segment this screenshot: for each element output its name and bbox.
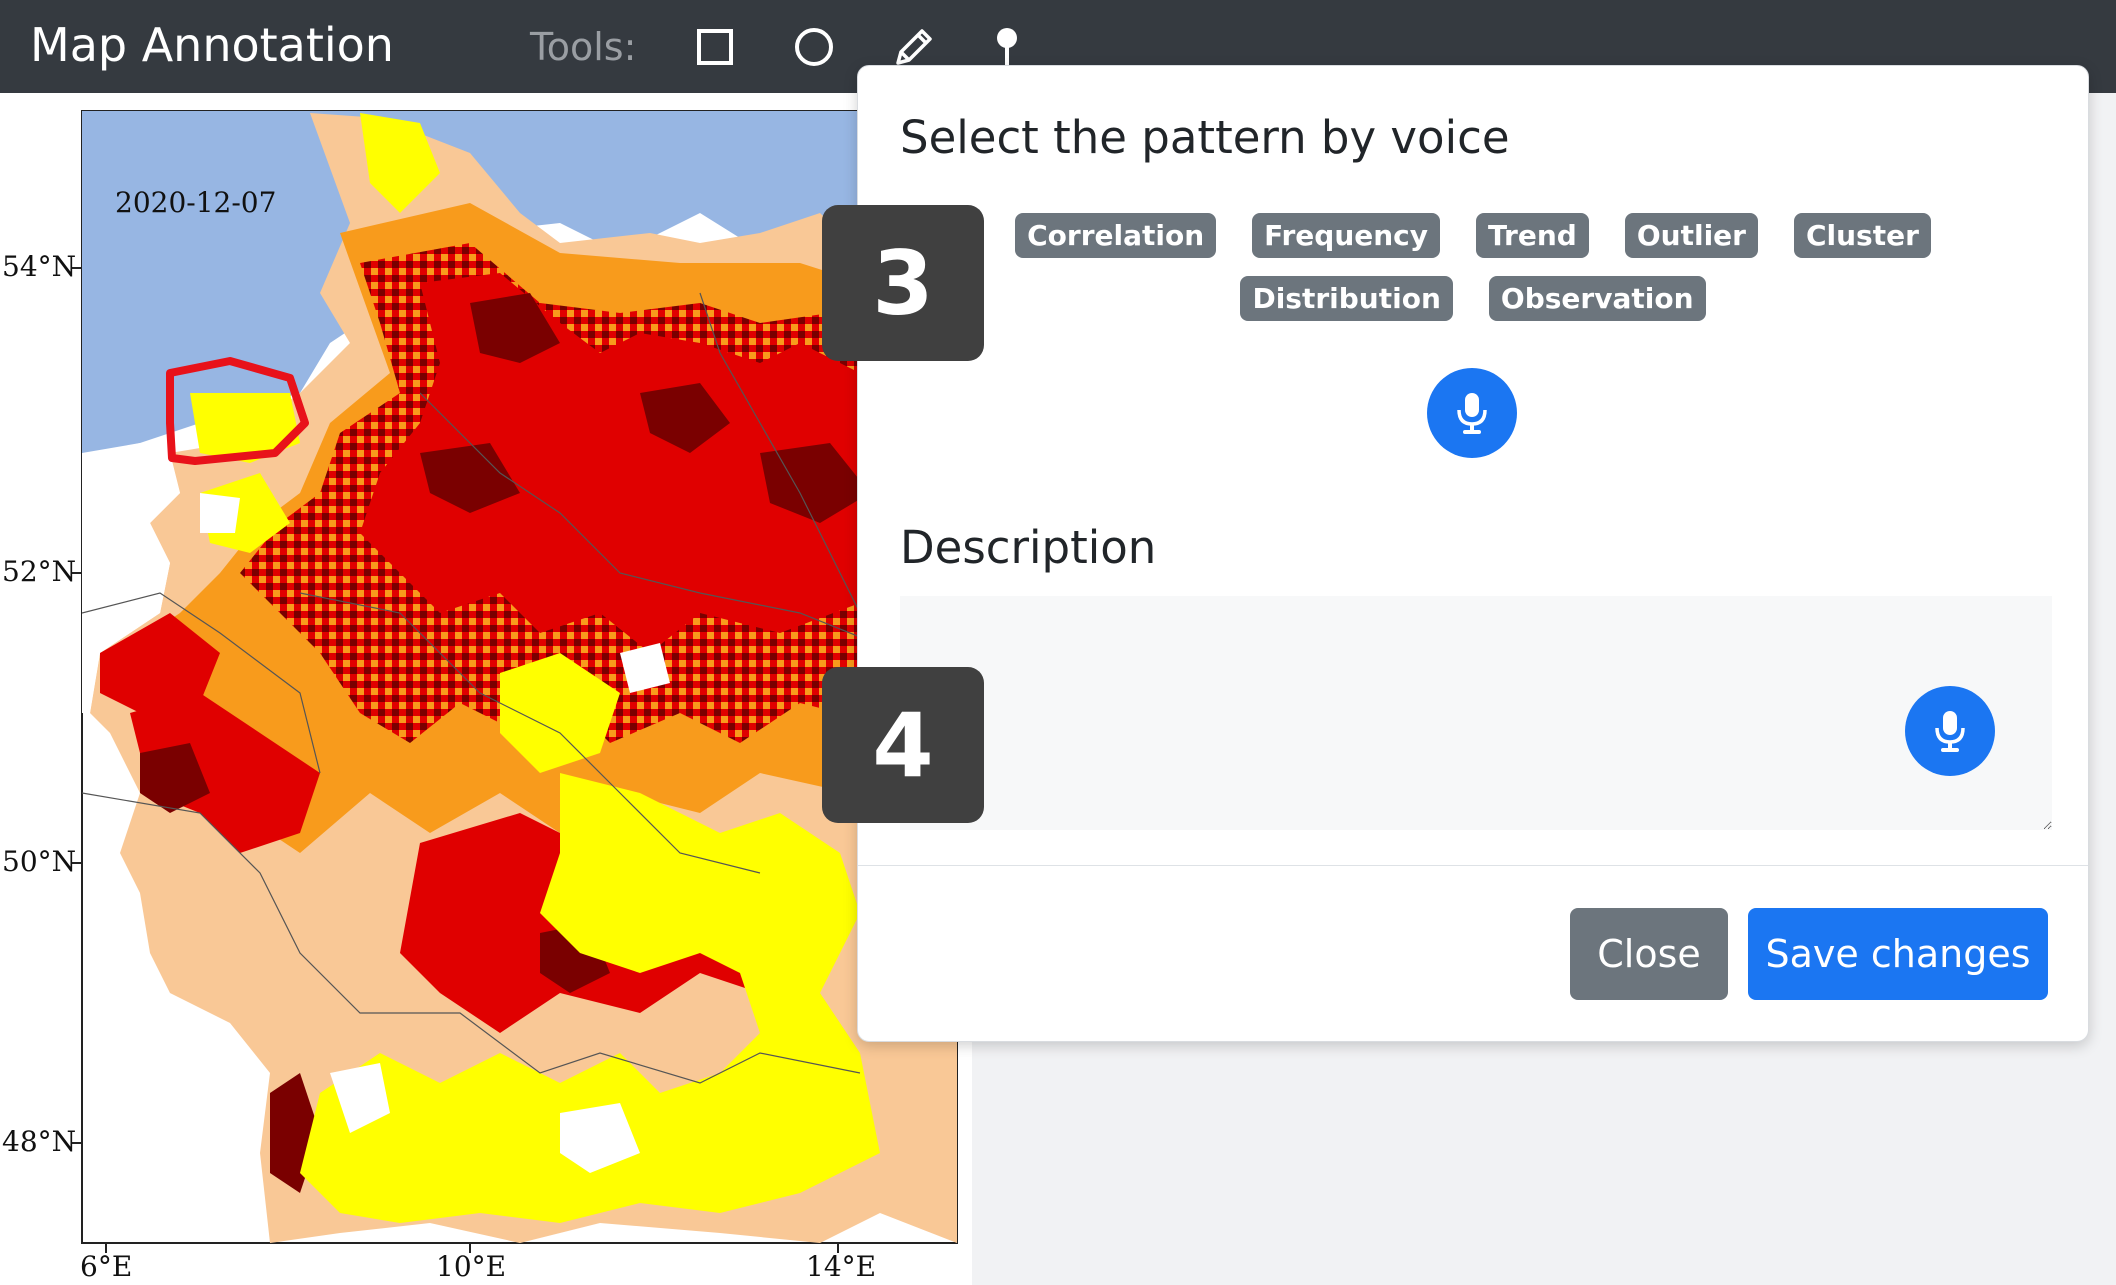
annotation-modal: Select the pattern by voice Correlation F… (857, 65, 2089, 1042)
lon-label: 6°E (80, 1250, 133, 1283)
lat-label: 48°N (2, 1125, 77, 1158)
map-date-label: 2020-12-07 (115, 186, 277, 219)
tools-label: Tools: (530, 25, 637, 69)
pattern-voice-button[interactable] (1427, 368, 1517, 458)
lon-label: 10°E (436, 1250, 507, 1283)
pattern-badges: Correlation Frequency Trend Outlier Cluster … (898, 213, 2048, 339)
pattern-badge-frequency[interactable]: Frequency (1252, 213, 1441, 258)
pattern-badge-observation[interactable]: Observation (1488, 276, 1706, 321)
modal-title: Select the pattern by voice (900, 111, 1510, 164)
save-changes-button[interactable]: Save changes (1748, 908, 2048, 1000)
app-title: Map Annotation (30, 18, 394, 72)
lat-label: 52°N (2, 555, 77, 588)
lat-label: 50°N (2, 845, 77, 878)
description-field[interactable] (900, 596, 2052, 830)
rectangle-tool[interactable] (690, 22, 740, 72)
lon-label: 14°E (806, 1250, 877, 1283)
circle-tool[interactable] (789, 22, 839, 72)
pattern-badge-cluster[interactable]: Cluster (1793, 213, 1931, 258)
square-icon (697, 29, 733, 65)
step-marker-3: 3 (822, 205, 984, 361)
modal-footer-divider (858, 865, 2088, 866)
lat-label: 54°N (2, 250, 77, 283)
pattern-badge-correlation[interactable]: Correlation (1015, 213, 1217, 258)
step-marker-4: 4 (822, 667, 984, 823)
description-heading: Description (900, 521, 1157, 574)
pattern-badge-distribution[interactable]: Distribution (1240, 276, 1453, 321)
microphone-icon (1935, 711, 1965, 752)
circle-icon (795, 28, 833, 66)
close-button[interactable]: Close (1570, 908, 1728, 1000)
pattern-badge-trend[interactable]: Trend (1476, 213, 1589, 258)
microphone-icon (1457, 393, 1487, 434)
pattern-badge-outlier[interactable]: Outlier (1624, 213, 1758, 258)
description-voice-button[interactable] (1905, 686, 1995, 776)
